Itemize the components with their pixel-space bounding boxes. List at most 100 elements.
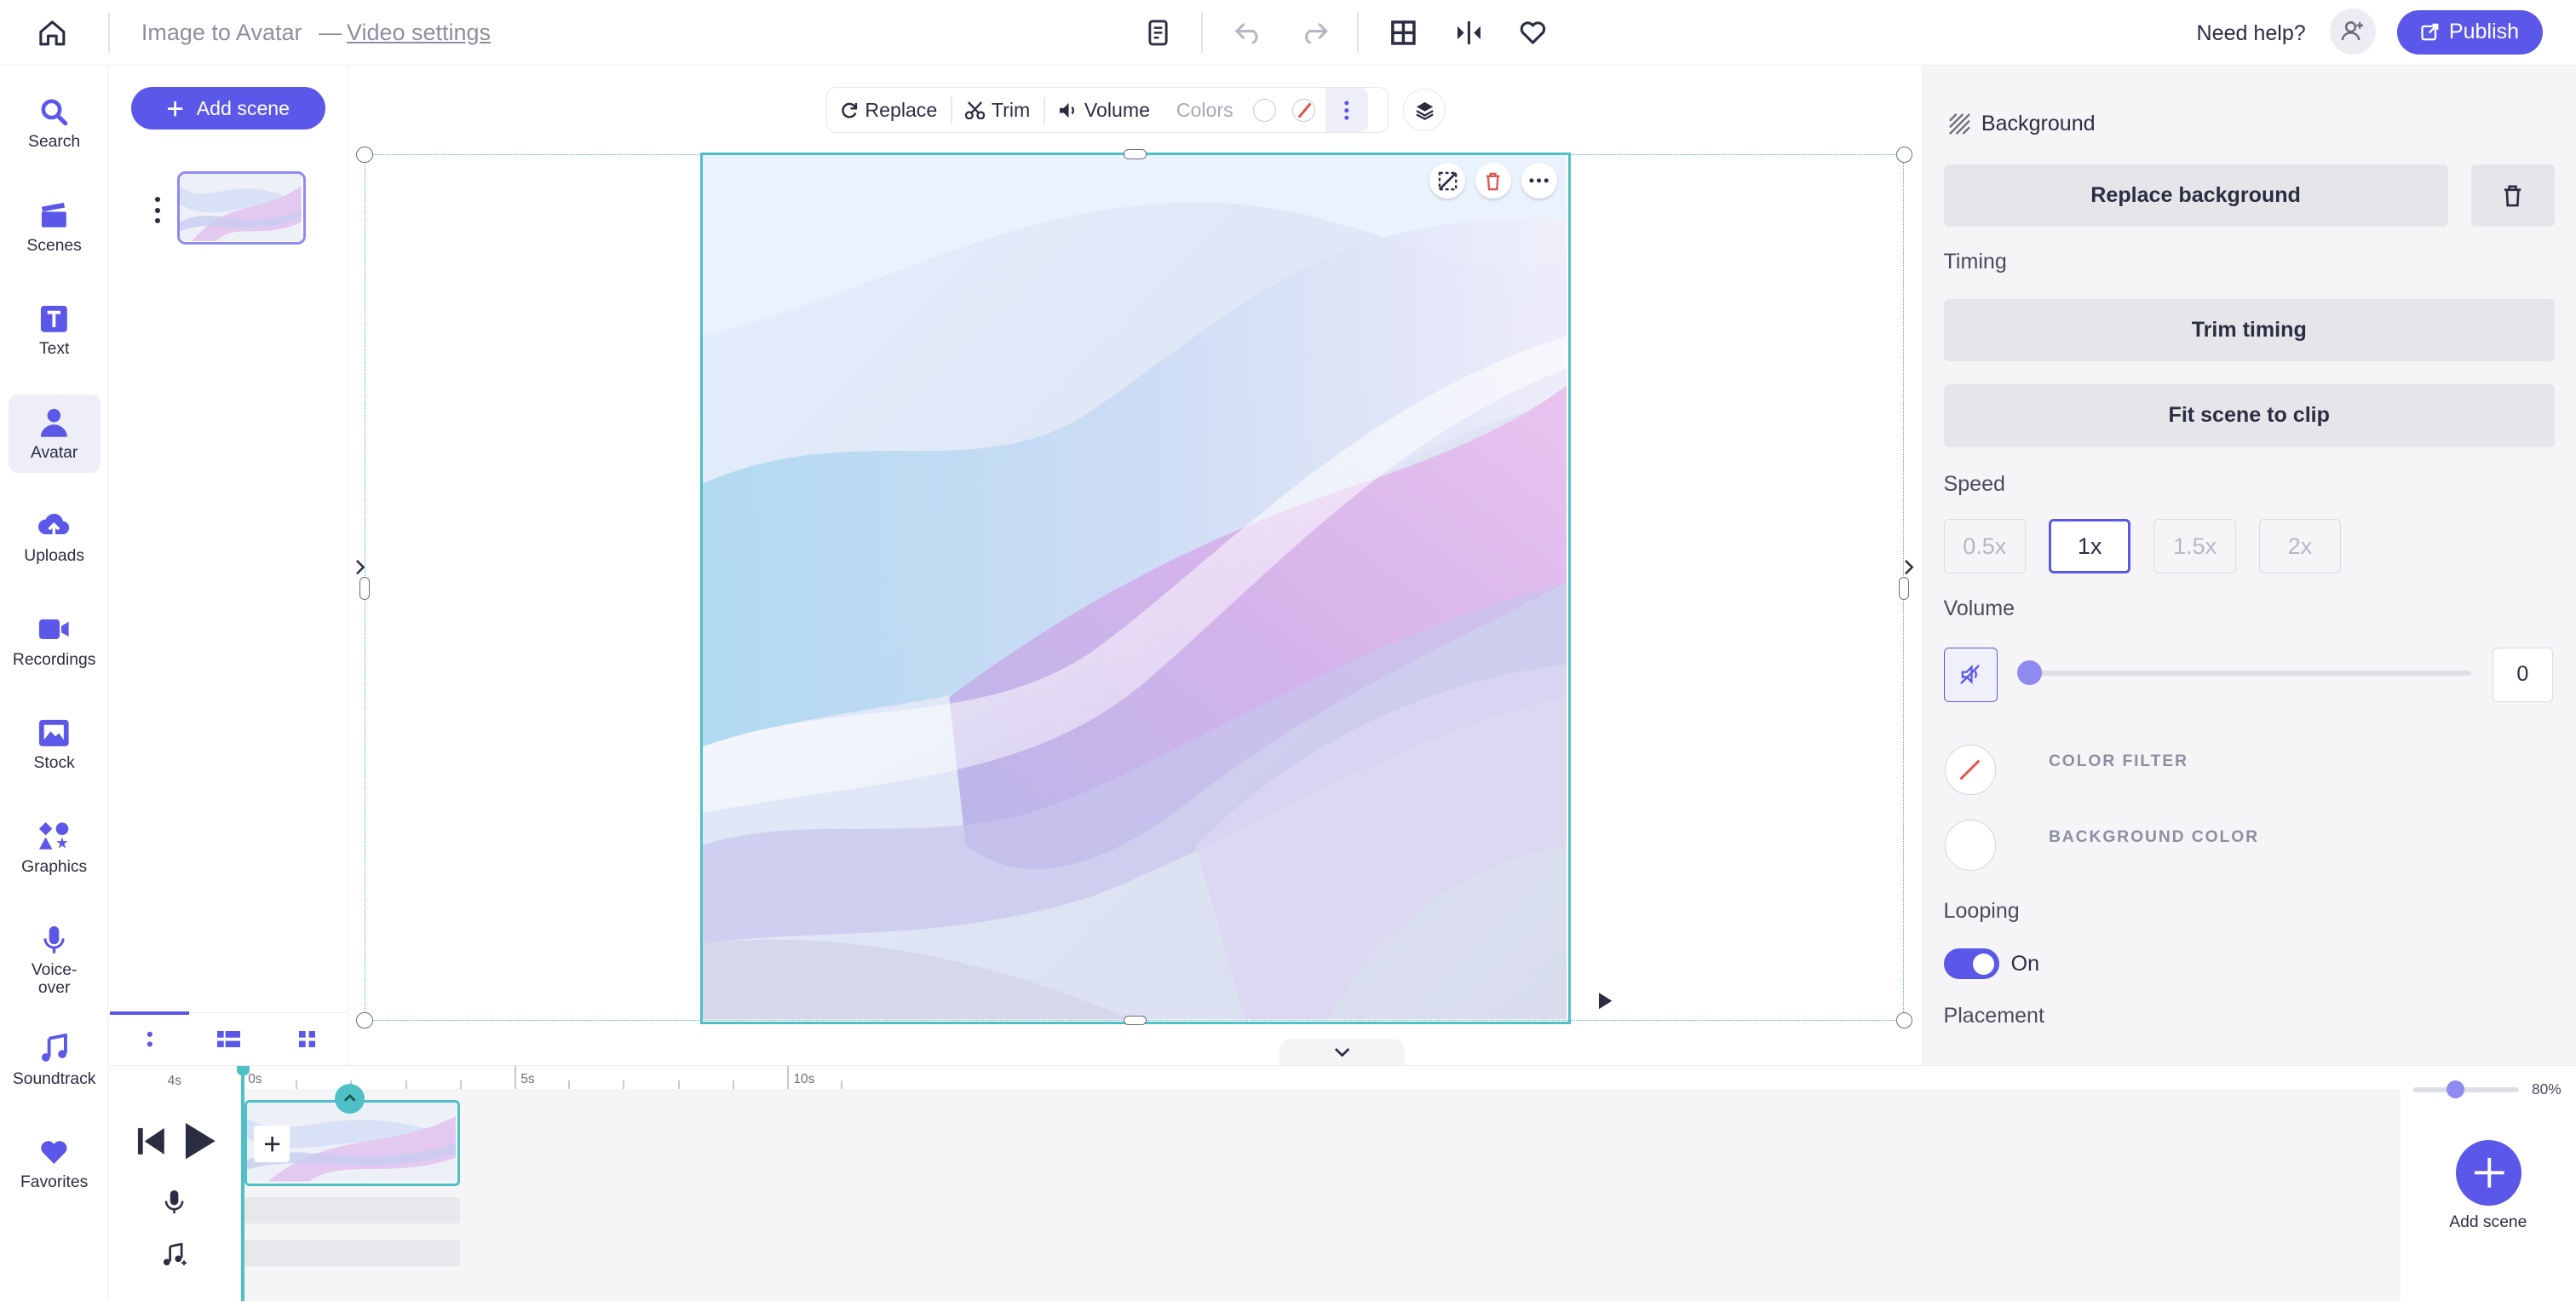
- resize-handle-right[interactable]: [1899, 576, 1909, 600]
- background-color-picker[interactable]: [1945, 820, 1997, 872]
- rail-item-avatar[interactable]: Avatar: [8, 394, 101, 474]
- app-window: Image to Avatar — Video settings Need he…: [0, 0, 2576, 1302]
- undo-icon[interactable]: [1231, 14, 1267, 50]
- script-icon[interactable]: [1140, 14, 1176, 50]
- speed-option-1x[interactable]: 1x: [2048, 519, 2131, 574]
- heart-outline-icon[interactable]: [1515, 14, 1550, 50]
- resize-handle-left[interactable]: [359, 576, 370, 600]
- redo-icon[interactable]: [1297, 14, 1332, 50]
- trim-button[interactable]: Trim: [952, 88, 1044, 132]
- soundtrack-track-icon: [161, 1242, 187, 1268]
- home-icon[interactable]: [33, 14, 72, 50]
- remove-background-button[interactable]: [1429, 162, 1466, 199]
- need-help-link[interactable]: Need help?: [2197, 21, 2306, 46]
- skip-back-button[interactable]: [135, 1125, 168, 1158]
- soundtrack-lane[interactable]: [244, 1240, 460, 1266]
- play-preview-icon[interactable]: [1596, 989, 1615, 1012]
- zoom-slider-track[interactable]: [2413, 1086, 2519, 1092]
- replace-button[interactable]: Replace: [827, 88, 951, 132]
- rail-item-stock[interactable]: Stock: [9, 717, 101, 773]
- resize-handle-top-left[interactable]: [356, 146, 373, 163]
- rail-item-text[interactable]: Text: [9, 302, 101, 359]
- rail-item-search[interactable]: Search: [9, 95, 101, 152]
- delete-background-button[interactable]: [2470, 164, 2555, 228]
- timeline-duration: 4s: [167, 1074, 181, 1089]
- rail-item-scenes[interactable]: Scenes: [9, 199, 101, 255]
- clip-expand-button[interactable]: [335, 1083, 365, 1114]
- rail-item-voice-over[interactable]: Voice-over: [9, 924, 101, 998]
- speed-option-2x[interactable]: 2x: [2258, 519, 2342, 574]
- kebab-icon: [1344, 101, 1349, 120]
- split-icon[interactable]: [1451, 14, 1486, 50]
- tick-label: 10s: [793, 1072, 815, 1087]
- trim-timing-button[interactable]: Trim timing: [1943, 299, 2555, 362]
- element-more-button[interactable]: [1521, 162, 1558, 199]
- mute-button[interactable]: [1943, 647, 1998, 702]
- view-list-icon[interactable]: [212, 1026, 245, 1052]
- resize-handle-bottom-left[interactable]: [356, 1012, 373, 1029]
- shapes-icon: [37, 820, 71, 853]
- collapse-timeline-button[interactable]: [1279, 1038, 1405, 1065]
- speed-option-0-5x[interactable]: 0.5x: [1943, 519, 2026, 574]
- view-grid-icon[interactable]: [290, 1026, 324, 1052]
- project-title[interactable]: Image to Avatar: [141, 20, 302, 46]
- speed-option-1-5x[interactable]: 1.5x: [2153, 519, 2236, 574]
- replace-background-button[interactable]: Replace background: [1943, 164, 2448, 228]
- color-swatch-white[interactable]: [1252, 98, 1276, 122]
- volume-slider-track[interactable]: [2027, 670, 2471, 676]
- volume-slider-handle[interactable]: [2017, 660, 2043, 686]
- more-options-button[interactable]: [1325, 88, 1368, 133]
- chevron-right-icon[interactable]: [352, 556, 368, 579]
- resize-handle-top-right[interactable]: [1895, 146, 1912, 163]
- volume-button[interactable]: Volume: [1045, 88, 1164, 132]
- speed-label: Speed: [1943, 471, 2005, 496]
- playhead[interactable]: [236, 1065, 250, 1302]
- rail-item-label: Scenes: [26, 236, 82, 255]
- invite-user-button[interactable]: [2329, 8, 2376, 55]
- resize-handle-bottom[interactable]: [1124, 1015, 1147, 1026]
- trash-icon: [1486, 172, 1500, 190]
- layout-grid-icon[interactable]: [1385, 14, 1421, 50]
- view-tab-indicator: [110, 1011, 189, 1015]
- layers-button[interactable]: [1403, 89, 1446, 132]
- rail-item-uploads[interactable]: Uploads: [9, 510, 101, 566]
- voice-track-icon: [163, 1189, 186, 1215]
- trash-icon: [2504, 185, 2521, 207]
- view-list-compact-icon[interactable]: [133, 1026, 166, 1052]
- video-settings-link[interactable]: Video settings: [347, 20, 491, 46]
- delete-element-button[interactable]: [1475, 162, 1512, 199]
- scenes-panel: Add scene: [110, 66, 348, 1065]
- rail-item-label: Text: [38, 340, 70, 359]
- voice-over-lane[interactable]: [244, 1197, 460, 1224]
- rail-item-label: Avatar: [30, 443, 78, 462]
- heart-icon: [37, 1136, 71, 1169]
- volume-value-input[interactable]: 0: [2492, 647, 2554, 702]
- color-filter-picker[interactable]: [1945, 744, 1997, 796]
- rail-item-favorites[interactable]: Favorites: [9, 1136, 101, 1192]
- top-bar: Image to Avatar — Video settings Need he…: [0, 0, 2576, 66]
- publish-button[interactable]: Publish: [2396, 9, 2544, 55]
- looping-toggle[interactable]: [1943, 948, 2000, 980]
- color-swatch-none[interactable]: [1292, 98, 1316, 122]
- add-scene-button[interactable]: Add scene: [131, 87, 325, 130]
- scene-thumbnail[interactable]: [177, 170, 306, 245]
- add-to-clip-button[interactable]: [254, 1126, 290, 1162]
- rail-item-recordings[interactable]: Recordings: [9, 613, 101, 669]
- layers-icon: [1415, 101, 1434, 120]
- rail-item-label: Recordings: [12, 650, 96, 669]
- timeline-add-scene-button[interactable]: [2456, 1139, 2522, 1206]
- rail-item-label: Voice-over: [31, 961, 78, 998]
- skip-back-icon: [137, 1127, 164, 1155]
- placement-label: Placement: [1943, 1004, 2044, 1028]
- resize-handle-top[interactable]: [1124, 149, 1147, 160]
- scene-canvas[interactable]: [699, 153, 1571, 1024]
- rail-item-soundtrack[interactable]: Soundtrack: [9, 1032, 101, 1088]
- zoom-slider-handle[interactable]: [2446, 1080, 2464, 1099]
- title-separator: —: [319, 20, 342, 46]
- rail-item-graphics[interactable]: Graphics: [9, 820, 101, 876]
- fit-scene-to-clip-button[interactable]: Fit scene to clip: [1943, 384, 2555, 447]
- chevron-right-icon[interactable]: [1900, 556, 1917, 579]
- resize-handle-bottom-right[interactable]: [1895, 1012, 1912, 1029]
- scene-menu-icon[interactable]: [149, 197, 165, 224]
- play-button[interactable]: [182, 1120, 218, 1162]
